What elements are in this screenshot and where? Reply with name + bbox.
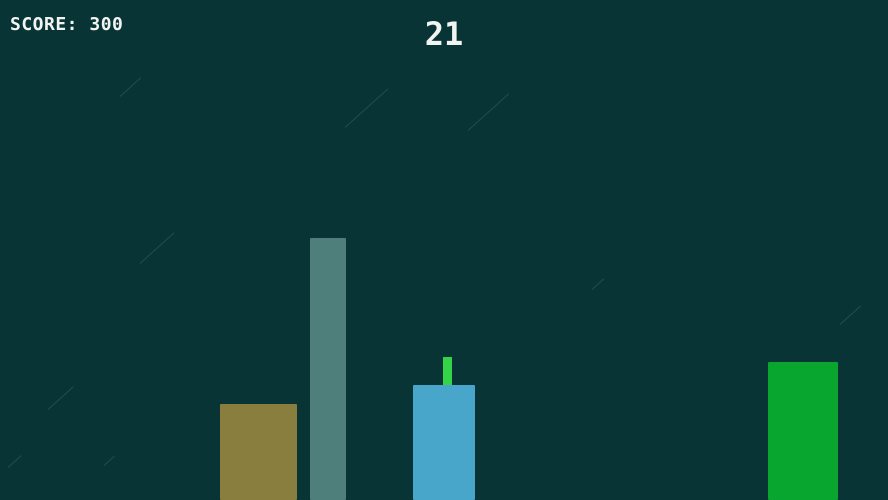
rain-streak xyxy=(839,305,862,325)
gray-platform xyxy=(310,238,346,500)
game-canvas[interactable]: SCORE: 300 21 xyxy=(0,0,888,500)
rain-streak xyxy=(7,455,22,468)
player-character xyxy=(443,357,452,385)
rain-streak xyxy=(344,88,389,128)
rain-streak xyxy=(47,386,74,410)
rain-streak xyxy=(591,278,605,290)
rain-streak xyxy=(103,455,115,466)
rain-streak xyxy=(467,93,510,131)
olive-platform xyxy=(220,404,297,500)
blue-platform xyxy=(413,385,475,500)
rain-streak xyxy=(139,232,175,264)
green-platform xyxy=(768,362,838,500)
rain-streak xyxy=(119,77,142,97)
timer-display: 21 xyxy=(424,15,464,53)
